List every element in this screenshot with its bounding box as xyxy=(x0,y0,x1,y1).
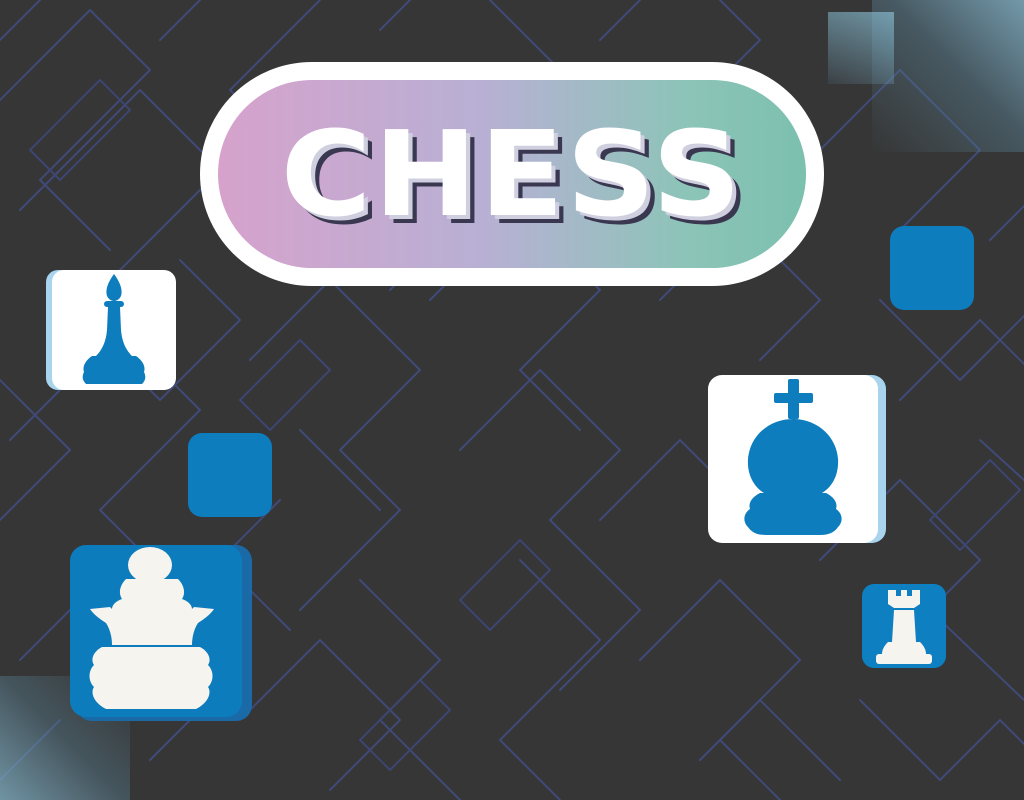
title-gradient-band: CHESS xyxy=(218,80,806,268)
game-title: CHESS xyxy=(280,105,744,243)
translucent-square-top-right xyxy=(828,12,894,84)
title-pill: CHESS xyxy=(200,62,824,286)
pawn-tile xyxy=(70,545,252,721)
tile-face xyxy=(70,545,242,717)
rook-tile xyxy=(862,584,946,668)
translucent-panel-top-right xyxy=(872,0,1024,152)
pawn-icon xyxy=(89,547,214,709)
tile-face xyxy=(708,375,878,543)
bishop-tile xyxy=(46,270,176,390)
bishop-icon xyxy=(82,274,146,384)
chess-splash-screen: CHESS xyxy=(0,0,1024,800)
blue-square-decoration xyxy=(188,433,272,517)
king-tile xyxy=(708,375,886,543)
king-icon xyxy=(744,379,842,535)
blue-square-decoration xyxy=(890,226,974,310)
tile-face xyxy=(52,270,176,390)
rook-icon xyxy=(876,590,932,664)
